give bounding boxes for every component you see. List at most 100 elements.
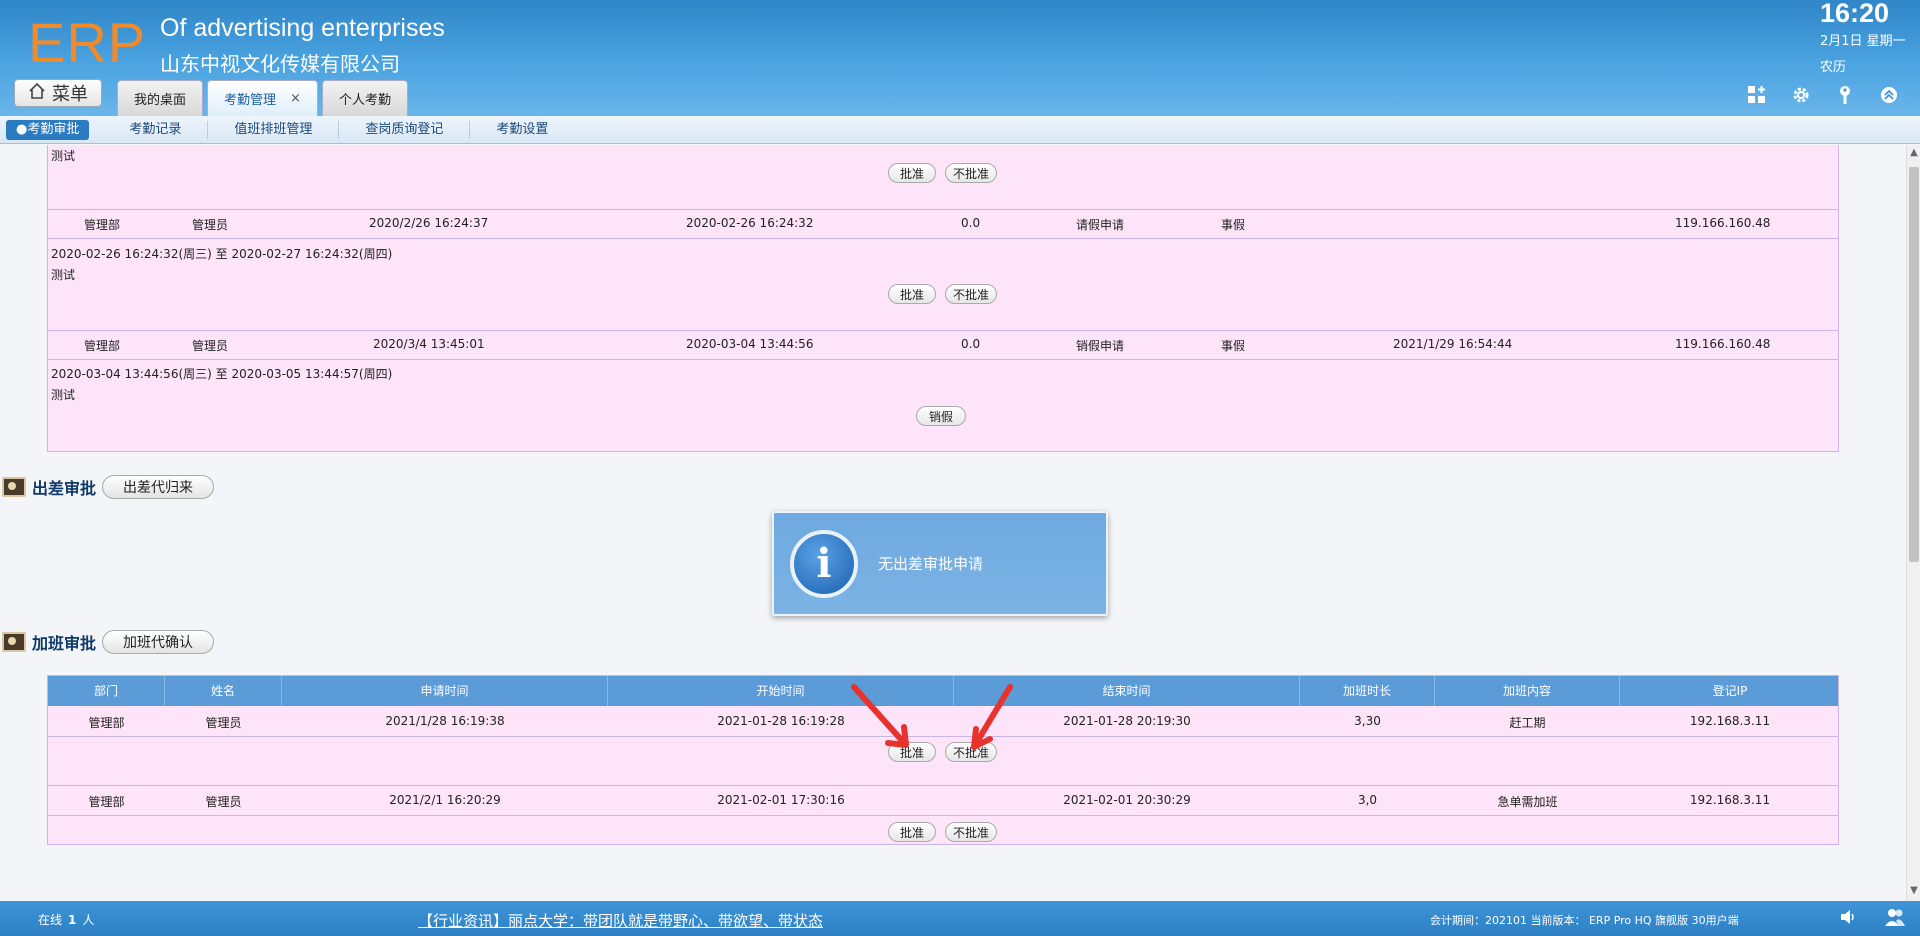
- leave-kind: 事假: [1221, 218, 1246, 232]
- ot-start-time: 2021-02-01 17:30:16: [717, 793, 845, 807]
- leave-approval-list: 测试 批准 不批准 管理部 管理员 2020/2/26 16:24:37 202…: [47, 145, 1839, 452]
- column-header: 登记IP: [1712, 684, 1748, 698]
- ot-duration: 3,30: [1354, 714, 1381, 728]
- lunar-calendar-link[interactable]: 农历: [1820, 56, 1846, 75]
- status-bar: 在线 1 人 【行业资讯】丽点大学：带团队就是带野心、带欲望、带状态 会计期间：20…: [0, 901, 1920, 936]
- subnav-attendance-records[interactable]: 考勤记录: [103, 120, 209, 139]
- leave-type: 请假申请: [1076, 218, 1125, 232]
- approval-icon: [2, 632, 26, 652]
- account-period-version: 会计期间：202101 当前版本： ERP Pro HQ 旗舰版 30用户端: [1430, 914, 1739, 927]
- cancel-leave-button[interactable]: 销假: [916, 406, 966, 426]
- arrow-to-approve: [851, 684, 909, 748]
- reject-button[interactable]: 不批准: [945, 284, 997, 304]
- ot-dept: 管理部: [88, 716, 125, 730]
- header-toolbar: [1746, 84, 1900, 106]
- menu-label: 菜单: [52, 84, 88, 105]
- overtime-confirm-button[interactable]: 加班代确认: [102, 630, 215, 654]
- ot-duration: 3,0: [1357, 793, 1378, 807]
- leave-apply-time: 2020/3/4 13:45:01: [373, 337, 485, 351]
- key-icon[interactable]: [1834, 84, 1856, 106]
- leave-cancel-time: 2021/1/29 16:54:44: [1393, 337, 1513, 351]
- scroll-down-icon[interactable]: ▼: [1909, 885, 1919, 896]
- home-icon: [28, 82, 46, 105]
- scroll-up-icon[interactable]: ▲: [1909, 147, 1919, 158]
- ot-apply-time: 2021/1/28 16:19:38: [385, 714, 505, 728]
- tab-my-desktop[interactable]: 我的桌面: [117, 80, 204, 116]
- leave-name: 管理员: [192, 218, 229, 232]
- leave-hours: 0.0: [961, 337, 981, 351]
- reject-button[interactable]: 不批准: [945, 163, 997, 183]
- vertical-scrollbar[interactable]: ▲ ▼: [1906, 145, 1920, 901]
- tab-personal-attendance[interactable]: 个人考勤: [321, 80, 408, 116]
- erp-logo: ERP: [28, 11, 147, 74]
- leave-start-time: 2020-02-26 16:24:32: [686, 216, 814, 230]
- section-title: 加班审批: [32, 634, 97, 653]
- speaker-icon[interactable]: [1838, 907, 1858, 932]
- column-header: 加班内容: [1435, 676, 1620, 706]
- leave-ip: 119.166.160.48: [1675, 337, 1771, 351]
- grid-plus-icon[interactable]: [1746, 84, 1768, 106]
- company-name-cn: 山东中视文化传媒有限公司: [160, 52, 400, 76]
- leave-ip: 119.166.160.48: [1675, 216, 1771, 230]
- online-unit: 人: [82, 913, 95, 927]
- online-label: 在线: [38, 913, 63, 927]
- reject-button[interactable]: 不批准: [945, 822, 997, 842]
- online-count: 在线 1 人: [38, 911, 94, 928]
- tab-label: 我的桌面: [134, 93, 187, 108]
- ot-content: 急单需加班: [1497, 795, 1558, 809]
- tab-label: 考勤管理: [224, 93, 277, 108]
- footer-icons: [1838, 907, 1906, 932]
- subnav-duty-schedule[interactable]: 值班排班管理: [208, 120, 340, 139]
- news-ticker-link[interactable]: 【行业资讯】丽点大学：带团队就是带野心、带欲望、带状态: [418, 910, 823, 931]
- column-header: 姓名: [165, 676, 282, 706]
- subnav-inspection-register[interactable]: 查岗质询登记: [339, 120, 471, 139]
- leave-dept: 管理部: [84, 339, 121, 353]
- leave-range: 2020-02-26 16:24:32(周三) 至 2020-02-27 16:…: [51, 247, 393, 261]
- leave-note: 测试: [51, 388, 76, 402]
- leave-hours: 0.0: [961, 216, 981, 230]
- leave-dept: 管理部: [84, 218, 121, 232]
- sub-navigation: ●考勤审批 考勤记录 值班排班管理 查岗质询登记 考勤设置: [0, 116, 1920, 144]
- tab-attendance-management[interactable]: 考勤管理 ×: [207, 80, 318, 116]
- leave-name: 管理员: [192, 339, 229, 353]
- company-name-en: Of advertising enterprises: [160, 14, 445, 42]
- leave-range: 2020-03-04 13:44:56(周三) 至 2020-03-05 13:…: [51, 367, 393, 381]
- info-icon: i: [790, 529, 858, 598]
- empty-message-box: i 无出差审批申请: [772, 511, 1108, 616]
- approval-icon: [2, 477, 26, 497]
- column-header: 部门: [48, 676, 165, 706]
- scrollbar-thumb[interactable]: [1909, 167, 1919, 562]
- tab-bar: 我的桌面 考勤管理 × 个人考勤: [117, 80, 408, 116]
- empty-message: 无出差审批申请: [878, 555, 984, 573]
- menu-button[interactable]: 菜单: [14, 79, 102, 107]
- gear-icon[interactable]: [1790, 84, 1812, 106]
- trip-return-button[interactable]: 出差代归来: [102, 475, 215, 499]
- subnav-attendance-settings[interactable]: 考勤设置: [470, 121, 574, 139]
- main-content: 测试 批准 不批准 管理部 管理员 2020/2/26 16:24:37 202…: [0, 145, 1906, 901]
- leave-apply-time: 2020/2/26 16:24:37: [369, 216, 489, 230]
- ot-name: 管理员: [205, 795, 242, 809]
- subnav-attendance-approval[interactable]: ●考勤审批: [6, 119, 90, 140]
- approve-button[interactable]: 批准: [888, 822, 936, 842]
- ot-ip: 192.168.3.11: [1689, 793, 1771, 807]
- annotation-arrows: [851, 684, 1013, 750]
- arrow-to-reject: [971, 684, 1013, 750]
- close-icon[interactable]: ×: [290, 91, 301, 106]
- users-icon[interactable]: [1884, 907, 1906, 932]
- leave-note: 测试: [51, 268, 76, 282]
- clock-time: 16:20: [1820, 0, 1890, 28]
- approve-button[interactable]: 批准: [888, 284, 936, 304]
- chevron-up-circle-icon[interactable]: [1878, 84, 1900, 106]
- ot-end-time: 2021-02-01 20:30:29: [1063, 793, 1191, 807]
- ot-ip: 192.168.3.11: [1689, 714, 1771, 728]
- header: ERP Of advertising enterprises 山东中视文化传媒有…: [0, 0, 1920, 116]
- leave-type: 销假申请: [1076, 339, 1125, 353]
- column-header: 申请时间: [282, 676, 608, 706]
- leave-note: 测试: [51, 149, 76, 163]
- column-header: 加班时长: [1300, 676, 1435, 706]
- tab-label: 个人考勤: [338, 93, 391, 108]
- approve-button[interactable]: 批准: [888, 163, 936, 183]
- online-number: 1: [68, 913, 77, 927]
- ot-dept: 管理部: [88, 795, 125, 809]
- ot-name: 管理员: [205, 716, 242, 730]
